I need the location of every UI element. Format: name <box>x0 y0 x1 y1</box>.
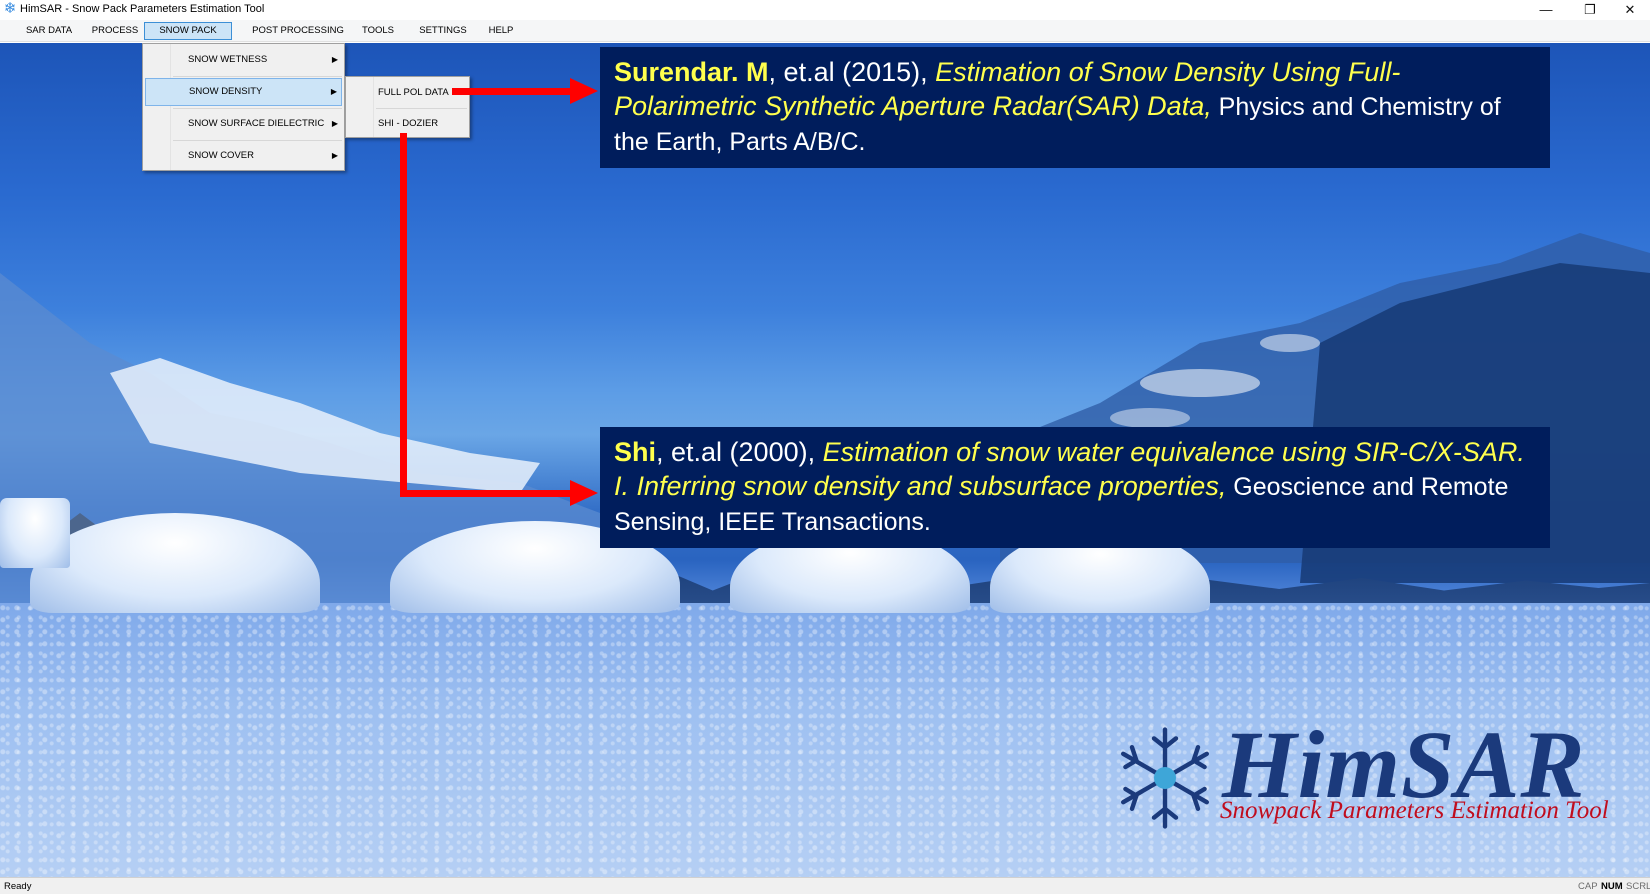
menu-separator <box>173 108 342 109</box>
reference-year: , et.al (2015), <box>768 57 936 87</box>
menu-separator <box>173 76 342 77</box>
minimize-button[interactable]: — <box>1528 0 1564 20</box>
restore-button[interactable]: ❐ <box>1572 0 1608 20</box>
caps-lock-indicator: CAP <box>1578 881 1598 892</box>
snow-covered-hut <box>0 498 70 568</box>
reference-box-surendar: Surendar. M, et.al (2015), Estimation of… <box>600 47 1550 168</box>
snow-density-submenu: FULL POL DATA SHI - DOZIER <box>345 76 470 138</box>
snow-surface-dielectric-label: SNOW SURFACE DIELECTRIC <box>188 118 325 129</box>
arrow-line-vertical <box>400 133 407 497</box>
arrowhead-top <box>570 78 598 104</box>
snow-wetness-item[interactable]: SNOW WETNESS ▶ <box>145 46 342 74</box>
shi-dozier-label: SHI - DOZIER <box>378 118 439 129</box>
snow-surface-dielectric-item[interactable]: SNOW SURFACE DIELECTRIC ▶ <box>145 110 342 138</box>
full-pol-data-label: FULL POL DATA <box>378 87 449 98</box>
arrow-line-top <box>452 88 572 95</box>
close-button[interactable]: ✕ <box>1612 0 1648 20</box>
window-title: HimSAR - Snow Pack Parameters Estimation… <box>20 3 265 15</box>
snowflake-icon <box>1121 727 1209 829</box>
snow-wetness-label: SNOW WETNESS <box>188 54 268 65</box>
shi-dozier-item[interactable]: SHI - DOZIER <box>348 110 467 138</box>
snow-density-label: SNOW DENSITY <box>189 86 263 97</box>
logo-tagline: Snowpack Parameters Estimation Tool <box>1220 797 1609 824</box>
triangle-right-icon: ▶ <box>331 55 338 64</box>
menu-settings[interactable]: SETTINGS <box>412 22 474 40</box>
reference-author: Surendar. M <box>614 57 769 87</box>
snow-cover-label: SNOW COVER <box>188 150 254 161</box>
reference-author: Shi <box>614 437 657 467</box>
menu-bar: SAR DATA PROCESS SNOW PACK POST PROCESSI… <box>0 20 1650 42</box>
menu-snow-pack[interactable]: SNOW PACK <box>144 22 232 40</box>
menu-process[interactable]: PROCESS <box>86 22 144 40</box>
title-bar: ❄ HimSAR - Snow Pack Parameters Estimati… <box>0 0 1650 20</box>
reference-year: , et.al (2000), <box>656 437 823 467</box>
snow-density-item[interactable]: SNOW DENSITY ▶ <box>145 78 342 106</box>
menu-help[interactable]: HELP <box>484 22 518 40</box>
menu-separator <box>173 140 342 141</box>
triangle-right-icon: ▶ <box>331 119 338 128</box>
status-bar: Ready CAP NUM SCRL <box>0 877 1650 894</box>
scroll-lock-indicator: SCRL <box>1626 881 1650 892</box>
arrow-line-bottom <box>400 490 572 497</box>
arrowhead-bottom <box>570 480 598 506</box>
status-text: Ready <box>4 881 32 892</box>
triangle-right-icon: ▶ <box>330 87 337 96</box>
menu-sar-data[interactable]: SAR DATA <box>18 22 80 40</box>
menu-post-processing[interactable]: POST PROCESSING <box>248 22 348 40</box>
menu-tools[interactable]: TOOLS <box>356 22 400 40</box>
full-pol-data-item[interactable]: FULL POL DATA <box>348 79 467 107</box>
menu-separator <box>376 108 467 109</box>
himsar-logo: HimSAR Snowpack Parameters Estimation To… <box>1110 715 1630 845</box>
snowflake-icon: ❄ <box>3 0 17 17</box>
triangle-right-icon: ▶ <box>331 151 338 160</box>
reference-box-shi: Shi, et.al (2000), Estimation of snow wa… <box>600 427 1550 548</box>
snow-pack-dropdown: SNOW WETNESS ▶ SNOW DENSITY ▶ SNOW SURFA… <box>142 43 345 171</box>
num-lock-indicator: NUM <box>1601 881 1623 892</box>
snow-cover-item[interactable]: SNOW COVER ▶ <box>145 142 342 170</box>
